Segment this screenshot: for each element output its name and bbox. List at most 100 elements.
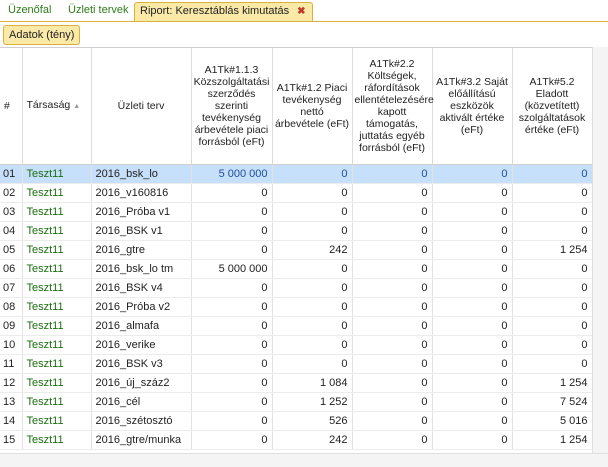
plan-cell: 2016_BSK v3	[91, 354, 192, 374]
row-number: 01	[0, 164, 23, 184]
c4-cell: 0	[432, 411, 513, 431]
tab-riport-label: Riport: Keresztáblás kimutatás	[140, 5, 290, 17]
c4-cell: 0	[432, 297, 513, 317]
c4-cell: 0	[432, 259, 513, 279]
tab-riport[interactable]: Riport: Keresztáblás kimutatás ✖	[134, 2, 313, 21]
table-row[interactable]: 02 Teszt11 2016_v160816 0 0 0 0 0	[0, 183, 592, 203]
col-header-c3[interactable]: A1Tk#2.2 Költségek, ráfordítások ellenté…	[352, 48, 434, 165]
table-row[interactable]: 11 Teszt11 2016_BSK v3 0 0 0 0 0	[0, 354, 592, 374]
c1-cell: 0	[191, 221, 273, 241]
c2-cell: 0	[272, 316, 353, 336]
c2-cell: 0	[272, 278, 353, 298]
plan-cell: 2016_új_száz2	[91, 373, 192, 393]
c4-cell: 0	[432, 183, 513, 203]
row-number: 10	[0, 335, 23, 355]
c2-cell: 526	[272, 411, 353, 431]
c3-cell: 0	[352, 316, 433, 336]
c3-cell: 0	[352, 297, 433, 317]
row-number: 02	[0, 183, 23, 203]
row-number: 12	[0, 373, 23, 393]
c3-cell: 0	[352, 278, 433, 298]
row-number: 11	[0, 354, 23, 374]
c4-cell: 0	[432, 240, 513, 260]
c5-cell: 1 254	[512, 430, 592, 450]
c5-cell: 0	[512, 297, 592, 317]
table-row[interactable]: 12 Teszt11 2016_új_száz2 0 1 084 0 0 1 254	[0, 373, 592, 393]
c2-cell: 0	[272, 354, 353, 374]
vertical-scrollbar[interactable]	[592, 47, 608, 453]
c2-cell: 242	[272, 430, 353, 450]
c2-cell: 0	[272, 202, 353, 222]
table-row[interactable]: 01 Teszt11 2016_bsk_lo 5 000 000 0 0 0 0	[0, 164, 592, 184]
plan-cell: 2016_bsk_lo	[91, 164, 192, 184]
table-row[interactable]: 07 Teszt11 2016_BSK v4 0 0 0 0 0	[0, 278, 592, 298]
company-cell: Teszt11	[22, 316, 92, 336]
table-row[interactable]: 08 Teszt11 2016_Próba v2 0 0 0 0 0	[0, 297, 592, 317]
table-row[interactable]: 05 Teszt11 2016_gtre 0 242 0 0 1 254	[0, 240, 592, 260]
plan-cell: 2016_cél	[91, 392, 192, 412]
horizontal-scrollbar[interactable]	[0, 453, 608, 467]
c1-cell: 0	[191, 240, 273, 260]
sort-asc-icon: ▲	[73, 102, 81, 110]
plan-cell: 2016_Próba v2	[91, 297, 192, 317]
c4-cell: 0	[432, 430, 513, 450]
c5-cell: 0	[512, 278, 592, 298]
company-cell: Teszt11	[22, 202, 92, 222]
row-number: 07	[0, 278, 23, 298]
close-icon[interactable]: ✖	[297, 3, 305, 20]
col-header-c5[interactable]: A1Tk#5.2 Eladott (közvetített) szolgálta…	[512, 48, 592, 165]
table-row[interactable]: 15 Teszt11 2016_gtre/munka 0 242 0 0 1 254	[0, 430, 592, 450]
col-header-plan[interactable]: Üzleti terv	[91, 48, 192, 165]
c4-cell: 0	[432, 354, 513, 374]
col-header-c4[interactable]: A1Tk#3.2 Saját előállítású eszközök akti…	[432, 48, 513, 165]
c1-cell: 0	[191, 278, 273, 298]
col-header-c1[interactable]: A1Tk#1.1.3 Közszolgáltatási szerződés sz…	[191, 48, 273, 165]
c2-cell: 0	[272, 259, 353, 279]
header-row: # Társaság ▲ Üzleti terv A1Tk#1.1.3 Közsz…	[0, 48, 592, 165]
table-row[interactable]: 03 Teszt11 2016_Próba v1 0 0 0 0 0	[0, 202, 592, 222]
company-cell: Teszt11	[22, 430, 92, 450]
col-header-c2[interactable]: A1Tk#1.2 Piaci tevékenység nettó árbevét…	[272, 48, 353, 165]
c2-cell: 0	[272, 297, 353, 317]
plan-cell: 2016_bsk_lo tm	[91, 259, 192, 279]
c2-cell: 0	[272, 183, 353, 203]
c1-cell: 0	[191, 373, 273, 393]
company-cell: Teszt11	[22, 373, 92, 393]
company-cell: Teszt11	[22, 411, 92, 431]
table-row[interactable]: 06 Teszt11 2016_bsk_lo tm 5 000 000 0 0 0 0	[0, 259, 592, 279]
row-number: 03	[0, 202, 23, 222]
table-row[interactable]: 14 Teszt11 2016_szétosztó 0 526 0 0 5 016	[0, 411, 592, 431]
col-header-rownum: #	[0, 48, 23, 165]
row-number: 04	[0, 221, 23, 241]
company-cell: Teszt11	[22, 240, 92, 260]
table-row[interactable]: 13 Teszt11 2016_cél 0 1 252 0 0 7 524	[0, 392, 592, 412]
c1-cell: 0	[191, 335, 273, 355]
c1-cell: 0	[191, 411, 273, 431]
c1-cell: 0	[191, 392, 273, 412]
company-cell: Teszt11	[22, 259, 92, 279]
table-row[interactable]: 04 Teszt11 2016_BSK v1 0 0 0 0 0	[0, 221, 592, 241]
c4-cell: 0	[432, 221, 513, 241]
c1-cell: 0	[191, 183, 273, 203]
table-row[interactable]: 09 Teszt11 2016_almafa 0 0 0 0 0	[0, 316, 592, 336]
c3-cell: 0	[352, 259, 433, 279]
c2-cell: 0	[272, 335, 353, 355]
tab-uzenofal[interactable]: Üzenőfal	[4, 2, 55, 21]
company-cell: Teszt11	[22, 297, 92, 317]
table-row[interactable]: 10 Teszt11 2016_verike 0 0 0 0 0	[0, 335, 592, 355]
c2-cell: 242	[272, 240, 353, 260]
tab-uzleti-tervek[interactable]: Üzleti tervek	[64, 2, 133, 21]
c1-cell: 0	[191, 316, 273, 336]
row-number: 09	[0, 316, 23, 336]
c5-cell: 0	[512, 335, 592, 355]
c5-cell: 5 016	[512, 411, 592, 431]
row-number: 05	[0, 240, 23, 260]
toolbar: Adatok (tény)	[0, 21, 608, 47]
plan-cell: 2016_verike	[91, 335, 192, 355]
c5-cell: 0	[512, 259, 592, 279]
company-cell: Teszt11	[22, 183, 92, 203]
table-body: 01 Teszt11 2016_bsk_lo 5 000 000 0 0 0 0 02 Teszt…	[0, 164, 592, 450]
data-actual-button[interactable]: Adatok (tény)	[3, 25, 81, 45]
col-header-company[interactable]: Társaság ▲	[22, 48, 92, 165]
c5-cell: 1 254	[512, 373, 592, 393]
